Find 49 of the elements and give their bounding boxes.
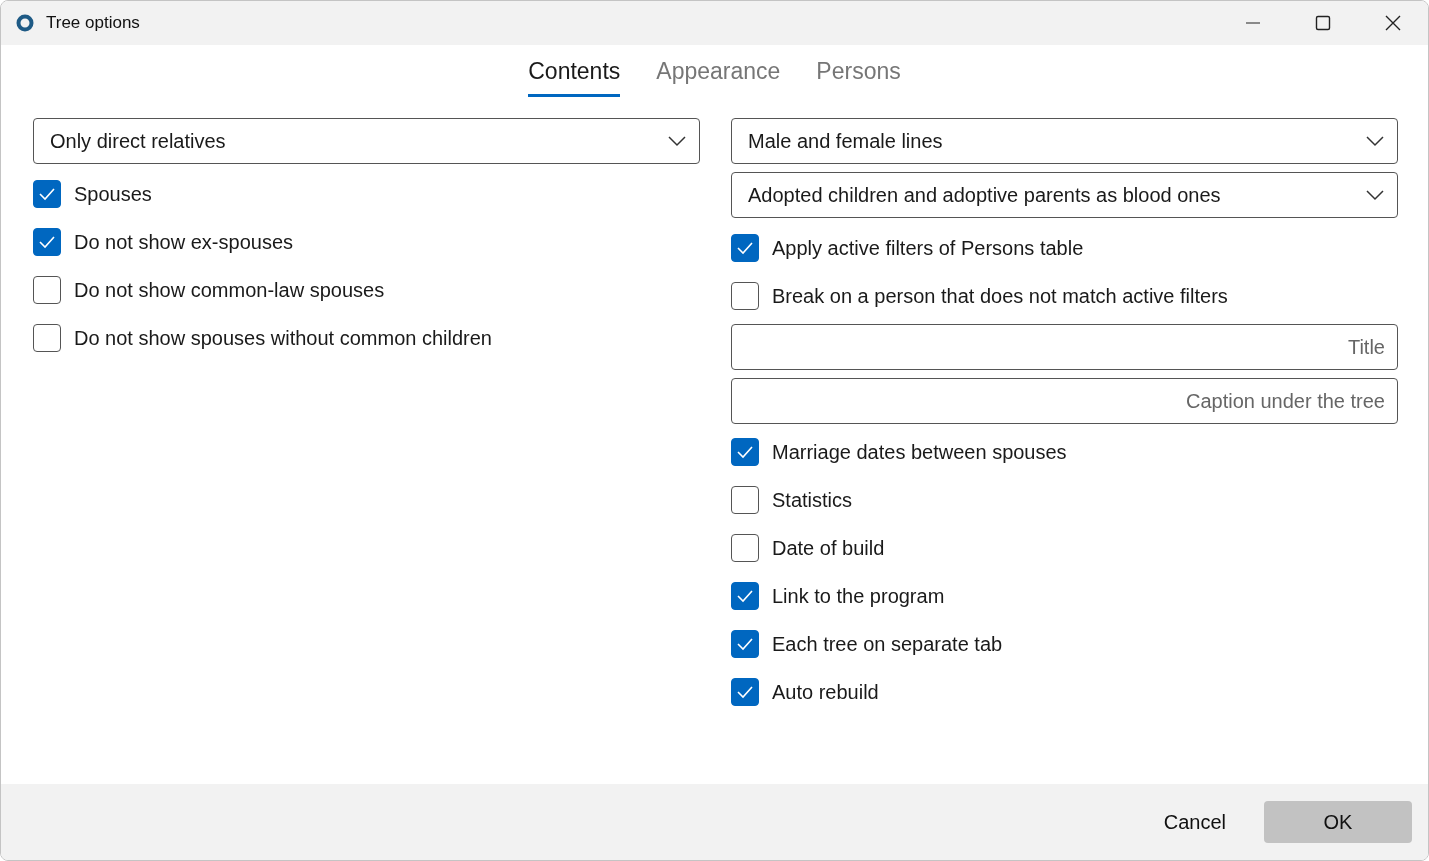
dropdown-value: Only direct relatives [50, 129, 226, 153]
checkmark-icon [736, 445, 754, 459]
dropdown-value: Adopted children and adoptive parents as blood ones [748, 183, 1221, 207]
checkbox[interactable] [731, 282, 759, 310]
ok-button[interactable]: OK [1264, 801, 1412, 843]
tab[interactable]: Persons [816, 57, 901, 97]
ring-logo-icon [15, 13, 35, 33]
checkbox[interactable] [731, 234, 759, 262]
checkbox[interactable] [731, 534, 759, 562]
checkbox[interactable] [33, 276, 61, 304]
chevron-down-icon [667, 135, 687, 147]
checkmark-icon [736, 589, 754, 603]
dropdown[interactable]: Male and female lines [731, 118, 1398, 164]
input-field[interactable]: Title [731, 324, 1398, 370]
checkbox-label: Do not show spouses without common children [74, 326, 492, 350]
checkbox[interactable] [33, 180, 61, 208]
dropdown-value: Male and female lines [748, 129, 943, 153]
checkbox[interactable] [33, 228, 61, 256]
checkbox[interactable] [33, 324, 61, 352]
window-title: Tree options [46, 13, 141, 33]
checkbox[interactable] [731, 486, 759, 514]
input-field[interactable]: Caption under the tree [731, 378, 1398, 424]
checkbox[interactable] [731, 678, 759, 706]
checkbox[interactable] [731, 438, 759, 466]
checkmark-icon [736, 685, 754, 699]
checkbox-label: Marriage dates between spouses [772, 440, 1067, 464]
tab[interactable]: Contents [528, 57, 621, 97]
checkbox-label: Statistics [772, 488, 853, 512]
checkbox[interactable] [731, 582, 759, 610]
checkmark-icon [38, 187, 56, 201]
checkbox-label: Do not show common-law spouses [74, 278, 385, 302]
tab[interactable]: Appearance [656, 57, 781, 97]
chevron-down-icon [1365, 189, 1385, 201]
checkbox-label: Break on a person that does not match active filters [772, 284, 1228, 308]
checkbox-label: Spouses [74, 182, 152, 206]
checkbox-label: Do not show ex-spouses [74, 230, 293, 254]
chevron-down-icon [1365, 135, 1385, 147]
checkbox-label: Each tree on separate tab [772, 632, 1003, 656]
checkbox-label: Link to the program [772, 584, 945, 608]
checkbox-label: Date of build [772, 536, 885, 560]
checkmark-icon [38, 235, 56, 249]
cancel-button[interactable]: Cancel [1141, 801, 1248, 843]
checkmark-icon [736, 241, 754, 255]
checkbox-label: Apply active filters of Persons table [772, 236, 1084, 260]
checkbox[interactable] [731, 630, 759, 658]
checkbox-label: Auto rebuild [772, 680, 879, 704]
dropdown[interactable]: Adopted children and adoptive parents as blood ones [731, 172, 1398, 218]
checkmark-icon [736, 637, 754, 651]
dropdown[interactable]: Only direct relatives [33, 118, 700, 164]
